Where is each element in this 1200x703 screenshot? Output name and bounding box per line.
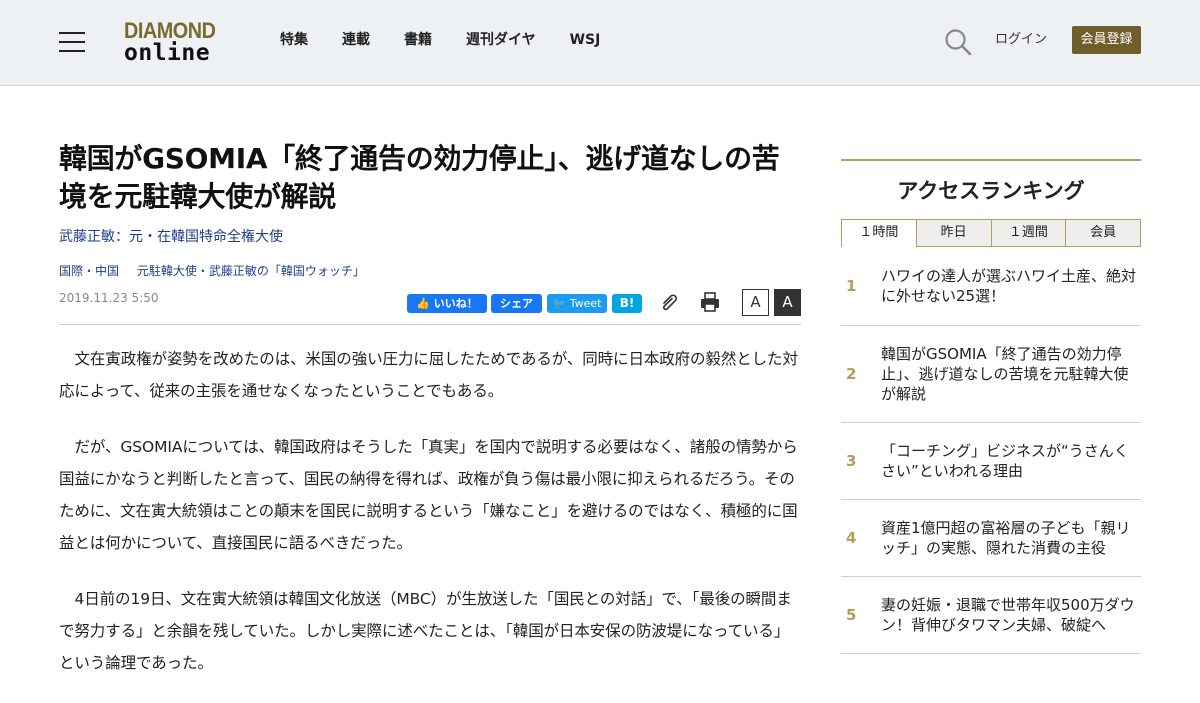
ranking-item[interactable]: 1 ハワイの達人が選ぶハワイ土産、絶対に外せない25選！ (841, 247, 1141, 326)
ranking-top-border (841, 159, 1141, 161)
ranking-number: 3 (846, 452, 857, 470)
article-paragraph: 4日前の19日、文在寅大統領は韓国文化放送（MBC）が生放送した「国民との対話」… (59, 590, 792, 672)
ranking-tabs: １時間 昨日 １週間 会員 (841, 219, 1141, 247)
facebook-like-label: いいね！ (433, 297, 478, 310)
nav-item-features[interactable]: 特集 (280, 31, 308, 49)
site-header: DIAMOND online 特集 連載 書籍 週刊ダイヤ WSJ ログイン 会… (0, 0, 1200, 86)
hamburger-menu-icon[interactable] (59, 32, 85, 52)
article-author[interactable]: 武藤正敏：元・在韓国特命全権大使 (59, 228, 283, 246)
article-body: 文在寅政権が姿勢を改めたのは、米国の強い圧力に屈したためであるが、同時に日本政府… (59, 343, 801, 703)
category-link[interactable]: 国際・中国 (59, 264, 119, 278)
article-divider (59, 324, 801, 325)
article-categories: 国際・中国 元駐韓大使・武藤正敏の「韓国ウォッチ」 (59, 263, 365, 279)
ranking-number: 5 (846, 606, 857, 624)
ranking-number: 2 (846, 365, 857, 383)
article-date: 2019.11.23 5:50 (59, 291, 159, 305)
register-button[interactable]: 会員登録 (1072, 26, 1141, 54)
logo-top-text: DIAMOND (124, 18, 216, 43)
font-size-small-button[interactable]: A (742, 289, 769, 316)
global-nav: 特集 連載 書籍 週刊ダイヤ WSJ (280, 31, 634, 49)
tab-1week[interactable]: １週間 (991, 219, 1067, 247)
font-size-large-button[interactable]: A (774, 289, 801, 316)
article-title: 韓国がGSOMIA「終了通告の効力停止」、逃げ道なしの苦境を元駐韓大使が解説 (59, 142, 780, 213)
ranking-item[interactable]: 4 資産1億円超の富裕層の子ども「親リッチ」の実態、隠れた消費の主役 (841, 500, 1141, 577)
nav-item-wsj[interactable]: WSJ (570, 31, 601, 49)
login-link[interactable]: ログイン (995, 31, 1047, 49)
ranking-item[interactable]: 2 韓国がGSOMIA「終了通告の効力停止」、逃げ道なしの苦境を元駐韓大使が解説 (841, 326, 1141, 423)
paperclip-icon[interactable] (658, 291, 680, 313)
article-paragraph: だが、GSOMIAについては、韓国政府はそうした「真実」を国内で説明する必要はな… (59, 438, 798, 552)
site-logo[interactable]: DIAMOND online (124, 20, 228, 66)
tab-members[interactable]: 会員 (1066, 219, 1141, 247)
series-link[interactable]: 元駐韓大使・武藤正敏の「韓国ウォッチ」 (137, 264, 365, 278)
article-paragraph: 文在寅政権が姿勢を改めたのは、米国の強い圧力に屈したためであるが、同時に日本政府… (59, 350, 798, 400)
thumbs-up-icon: 👍 (416, 297, 430, 310)
tab-1hour[interactable]: １時間 (841, 219, 917, 247)
tweet-button[interactable]: 🐦 Tweet (547, 294, 607, 313)
logo-bottom-text: online (124, 40, 211, 66)
ranking-headline: 妻の妊娠・退職で世帯年収500万ダウン！背伸びタワマン夫婦、破綻へ (881, 596, 1135, 634)
search-icon[interactable] (944, 28, 972, 56)
nav-item-books[interactable]: 書籍 (404, 31, 432, 49)
tab-yesterday[interactable]: 昨日 (916, 219, 992, 247)
ranking-item[interactable]: 3 「コーチング」ビジネスが“うさんくさい”といわれる理由 (841, 423, 1141, 500)
ranking-headline: 資産1億円超の富裕層の子ども「親リッチ」の実態、隠れた消費の主役 (881, 519, 1131, 557)
tweet-label: Tweet (569, 297, 602, 310)
twitter-bird-icon: 🐦 (552, 297, 567, 310)
nav-item-series[interactable]: 連載 (342, 31, 370, 49)
print-icon[interactable] (699, 291, 721, 313)
ranking-item[interactable]: 5 妻の妊娠・退職で世帯年収500万ダウン！背伸びタワマン夫婦、破綻へ (841, 577, 1141, 654)
hatena-bookmark-button[interactable]: B! (612, 294, 642, 313)
ranking-headline: 「コーチング」ビジネスが“うさんくさい”といわれる理由 (881, 442, 1129, 480)
ranking-number: 1 (846, 277, 857, 295)
ranking-title: アクセスランキング (897, 179, 1085, 203)
facebook-like-button[interactable]: 👍 いいね！ (407, 294, 487, 313)
nav-item-weekly-diamond[interactable]: 週刊ダイヤ (466, 31, 536, 49)
facebook-share-button[interactable]: シェア (491, 294, 542, 313)
ranking-number: 4 (846, 529, 857, 547)
ranking-headline: ハワイの達人が選ぶハワイ土産、絶対に外せない25選！ (881, 267, 1137, 305)
ranking-list: 1 ハワイの達人が選ぶハワイ土産、絶対に外せない25選！ 2 韓国がGSOMIA… (841, 247, 1141, 654)
ranking-headline: 韓国がGSOMIA「終了通告の効力停止」、逃げ道なしの苦境を元駐韓大使が解説 (881, 345, 1129, 403)
